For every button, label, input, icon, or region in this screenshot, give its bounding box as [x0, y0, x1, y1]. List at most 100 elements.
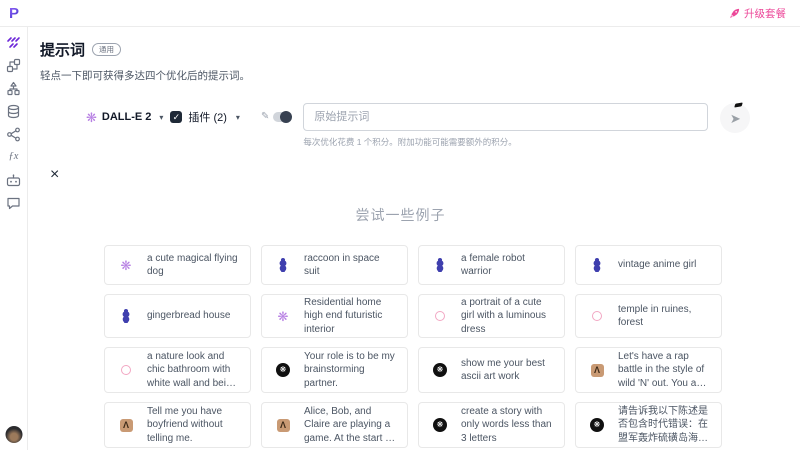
ring-icon: [592, 311, 602, 321]
example-card[interactable]: a portrait of a cute girl with a luminou…: [418, 294, 565, 338]
page-subtitle: 轻点一下即可获得多达四个优化后的提示词。: [40, 68, 250, 83]
flow-icon: [6, 58, 21, 73]
example-card[interactable]: ❋ Residential home high end futuristic i…: [261, 294, 408, 338]
page-title: 提示词: [40, 39, 85, 60]
function-icon: ƒx: [9, 152, 19, 163]
user-avatar[interactable]: [5, 426, 22, 443]
example-card-text: temple in ruines, forest: [618, 303, 721, 329]
gpt-icon-slot: ❋: [419, 363, 461, 377]
auto-optimize-toggle[interactable]: [273, 112, 291, 122]
example-card[interactable]: raccoon in space suit: [261, 245, 408, 285]
prompt-input[interactable]: [303, 103, 708, 131]
upgrade-plan-label: 升级套餐: [744, 6, 786, 21]
example-card-text: Alice, Bob, and Claire are playing a gam…: [304, 405, 407, 445]
openai-icon-slot: ❋: [105, 259, 147, 272]
sidebar-item-prompts[interactable]: [6, 35, 21, 50]
gpt-icon-slot: ❋: [576, 418, 618, 432]
openai-icon: ❋: [278, 310, 289, 323]
sidebar-item-integrations[interactable]: [6, 127, 21, 142]
gpt-icon-slot: ❋: [262, 363, 304, 377]
example-card[interactable]: ❋ create a story with only words less th…: [418, 402, 565, 448]
example-card-text: a nature look and chic bathroom with whi…: [147, 350, 250, 390]
example-card[interactable]: ❋ a cute magical flying dog: [104, 245, 251, 285]
main-content: 提示词 通用 轻点一下即可获得多达四个优化后的提示词。 ❋ DALL-E 2 ▾…: [28, 27, 800, 450]
example-card-text: a cute magical flying dog: [147, 252, 250, 278]
chat-icon: [6, 196, 21, 211]
rocket-icon: [729, 8, 740, 19]
chatgpt-icon: ❋: [433, 418, 447, 432]
example-card[interactable]: Λ Alice, Bob, and Claire are playing a g…: [261, 402, 408, 448]
model-select[interactable]: ❋ DALL-E 2 ▾: [86, 103, 163, 131]
example-card-text: raccoon in space suit: [304, 252, 407, 278]
example-card[interactable]: gingerbread house: [104, 294, 251, 338]
example-card-text: Let's have a rap battle in the style of …: [618, 350, 721, 390]
promptperfect-logo[interactable]: P: [9, 6, 19, 21]
sd-icon-slot: [105, 309, 147, 323]
stable-diffusion-icon: [592, 258, 602, 272]
example-card[interactable]: vintage anime girl: [575, 245, 722, 285]
sidebar-item-functions[interactable]: ƒx: [6, 150, 21, 165]
example-card[interactable]: temple in ruines, forest: [575, 294, 722, 338]
example-card[interactable]: ❋ 请告诉我以下陈述是否包含时代错误：在盟军轰炸硫磺岛海滩期间，拉尔夫大声..: [575, 402, 722, 448]
hierarchy-icon: [6, 81, 21, 96]
send-icon: ➤: [730, 112, 741, 125]
claude-icon: Λ: [277, 419, 290, 432]
example-card[interactable]: Λ Let's have a rap battle in the style o…: [575, 347, 722, 393]
ring-icon-slot: [105, 365, 147, 375]
auto-optimize-toggle-group: ✎: [261, 103, 291, 131]
example-card-text: vintage anime girl: [618, 258, 721, 271]
stable-diffusion-icon: [121, 309, 131, 323]
toggle-knob: [280, 111, 292, 123]
claude-icon: Λ: [120, 419, 133, 432]
sidebar-item-assistants[interactable]: [6, 173, 21, 188]
example-card-text: a portrait of a cute girl with a luminou…: [461, 296, 564, 336]
robot-icon: [6, 173, 21, 188]
plugins-dropdown[interactable]: ✓ 插件 (2) ▾: [170, 103, 240, 131]
example-card-text: Tell me you have boyfriend without telli…: [147, 405, 250, 445]
example-card-text: gingerbread house: [147, 309, 250, 322]
examples-grid: ❋ a cute magical flying dog raccoon in s…: [104, 245, 724, 448]
sd-icon-slot: [419, 258, 461, 272]
example-card[interactable]: Λ Tell me you have boyfriend without tel…: [104, 402, 251, 448]
prompt-controls: ❋ DALL-E 2 ▾ ✓ 插件 (2) ▾ ✎ 每次优化花费 1 个积分。附…: [86, 103, 750, 148]
credit-note: 每次优化花费 1 个积分。附加功能可能需要额外的积分。: [303, 136, 708, 148]
example-card[interactable]: ❋ show me your best ascii art work: [418, 347, 565, 393]
openai-icon: ❋: [86, 111, 97, 124]
send-button[interactable]: ➤: [720, 103, 750, 133]
chevron-down-icon: ▾: [236, 113, 240, 122]
sidebar-item-chat[interactable]: [6, 196, 21, 211]
stable-diffusion-icon: [278, 258, 288, 272]
chatgpt-icon: ❋: [276, 363, 290, 377]
chatgpt-icon: ❋: [590, 418, 604, 432]
model-select-label: DALL-E 2: [102, 111, 152, 123]
ring-icon-slot: [576, 311, 618, 321]
close-icon[interactable]: ×: [50, 167, 59, 183]
example-card-text: 请告诉我以下陈述是否包含时代错误：在盟军轰炸硫磺岛海滩期间，拉尔夫大声..: [618, 405, 721, 445]
example-card[interactable]: ❋ Your role is to be my brainstorming pa…: [261, 347, 408, 393]
openai-icon: ❋: [121, 259, 132, 272]
database-icon: [6, 104, 21, 119]
chevron-down-icon: ▾: [159, 113, 163, 122]
claude-icon-slot: Λ: [262, 419, 304, 432]
openai-icon-slot: ❋: [262, 310, 304, 323]
example-card-text: Your role is to be my brainstorming part…: [304, 350, 407, 390]
claude-icon: Λ: [591, 364, 604, 377]
plugins-checkbox[interactable]: ✓: [170, 111, 182, 123]
sidebar-item-data[interactable]: [6, 104, 21, 119]
page-header: 提示词 通用 轻点一下即可获得多达四个优化后的提示词。: [40, 39, 250, 83]
example-card[interactable]: a female robot warrior: [418, 245, 565, 285]
sd-icon-slot: [576, 258, 618, 272]
ring-icon: [435, 311, 445, 321]
sidebar-item-hierarchy[interactable]: [6, 81, 21, 96]
example-card[interactable]: a nature look and chic bathroom with whi…: [104, 347, 251, 393]
pencil-icon: ✎: [261, 112, 269, 122]
sidebar: ƒx: [0, 27, 28, 450]
example-card-text: create a story with only words less than…: [461, 405, 564, 445]
chatgpt-icon: ❋: [433, 363, 447, 377]
ring-icon-slot: [419, 311, 461, 321]
example-card-text: show me your best ascii art work: [461, 357, 564, 383]
sidebar-item-flows[interactable]: [6, 58, 21, 73]
upgrade-plan-link[interactable]: 升级套餐: [729, 6, 786, 21]
title-badge: 通用: [92, 43, 121, 57]
stable-diffusion-icon: [435, 258, 445, 272]
